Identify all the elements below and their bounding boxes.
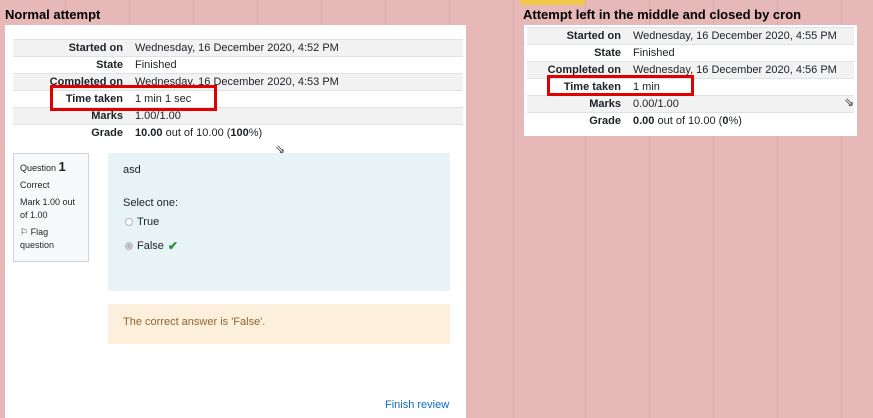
flag-icon: ⚐ xyxy=(20,227,29,237)
radio-false[interactable] xyxy=(125,242,133,250)
row-started-on: Started on Wednesday, 16 December 2020, … xyxy=(527,27,854,45)
row-state: State Finished xyxy=(527,44,854,62)
right-heading: Attempt left in the middle and closed by… xyxy=(523,7,802,22)
radio-true[interactable] xyxy=(125,218,133,226)
option-false[interactable]: False ✔ xyxy=(125,239,178,253)
label: Started on xyxy=(566,30,621,42)
value: Wednesday, 16 December 2020, 4:55 PM xyxy=(633,30,837,42)
question-number: 1 xyxy=(58,159,66,174)
value: 0.00 out of 10.00 (0%) xyxy=(633,115,742,127)
row-marks: Marks 0.00/1.00 xyxy=(527,95,854,113)
row-grade: Grade 0.00 out of 10.00 (0%) xyxy=(527,112,854,130)
option-label: True xyxy=(137,216,160,228)
label: Started on xyxy=(68,42,123,54)
label: Grade xyxy=(589,115,621,127)
normal-attempt-panel: Started on Wednesday, 16 December 2020, … xyxy=(5,25,466,418)
row-grade: Grade 10.00 out of 10.00 (100%) xyxy=(13,124,463,142)
label: Grade xyxy=(91,127,123,139)
question-prefix: Question xyxy=(20,163,57,173)
label: State xyxy=(96,59,123,71)
option-label: False xyxy=(137,240,164,252)
value: 10.00 out of 10.00 (100%) xyxy=(135,127,263,139)
highlight-box-time-taken xyxy=(50,85,217,111)
selected-cell[interactable] xyxy=(520,0,585,5)
cron-attempt-panel: Started on Wednesday, 16 December 2020, … xyxy=(524,25,857,136)
mouse-cursor-icon: ⇘ xyxy=(844,95,855,109)
question-mark: Mark 1.00 out of 1.00 xyxy=(20,197,76,220)
value: 0.00/1.00 xyxy=(633,98,679,110)
row-state: State Finished xyxy=(13,56,463,74)
question-text: asd xyxy=(123,164,141,176)
question-info-block: Question 1 Correct Mark 1.00 out of 1.00… xyxy=(13,153,89,262)
select-prompt: Select one: xyxy=(123,197,179,209)
highlight-box-time-taken xyxy=(547,75,694,96)
left-heading: Normal attempt xyxy=(5,7,101,22)
label: State xyxy=(594,47,621,59)
check-icon: ✔ xyxy=(167,239,178,253)
row-started-on: Started on Wednesday, 16 December 2020, … xyxy=(13,39,463,57)
correct-answer-feedback: The correct answer is 'False'. xyxy=(108,304,450,344)
question-content: asd Select one: True False ✔ xyxy=(108,153,450,291)
value: Finished xyxy=(135,59,177,71)
question-status: Correct xyxy=(20,180,50,190)
value: Wednesday, 16 December 2020, 4:52 PM xyxy=(135,42,339,54)
flag-question-toggle[interactable]: ⚐ Flag question xyxy=(20,226,82,252)
finish-review-link[interactable]: Finish review xyxy=(385,399,449,411)
label: Marks xyxy=(589,98,621,110)
value: Finished xyxy=(633,47,675,59)
option-true[interactable]: True xyxy=(125,216,159,228)
